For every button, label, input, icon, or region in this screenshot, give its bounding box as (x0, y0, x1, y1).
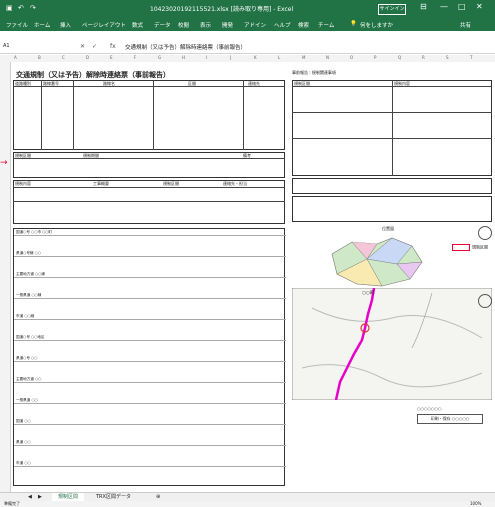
tab-view[interactable]: 表示 (200, 21, 211, 29)
share-button[interactable]: 共有 (460, 21, 471, 29)
map-legend: 規制区間 (452, 244, 488, 251)
list-item: 国道 ○○ (14, 418, 286, 425)
tab-file[interactable]: ファイル (6, 21, 28, 29)
list-item: 一般県道 ○○線 (14, 292, 286, 299)
formula-content[interactable]: 交通規制（又は予告）解除時連絡票（事前報告） (125, 43, 246, 51)
right-section-content: 規制内容 (394, 81, 410, 86)
cancel-icon[interactable]: ✕ (80, 43, 85, 50)
header-block (13, 80, 285, 150)
signin-button[interactable]: サインイン (378, 4, 406, 15)
sheet-area[interactable]: 交通規制（又は予告）解除時連絡票（事前報告） 道路種別 路線番号 路線名 区間 … (11, 62, 495, 492)
column-header[interactable]: S (446, 55, 449, 60)
column-header[interactable]: J (230, 55, 231, 60)
status-ready: 準備完了 (4, 501, 20, 506)
list-item: 県道○号線 ○○ (14, 250, 286, 257)
tab-insert[interactable]: 挿入 (60, 21, 71, 29)
row-headers (0, 62, 11, 492)
status-bar: 準備完了 100% (0, 501, 495, 507)
enter-icon[interactable]: ✓ (92, 43, 97, 50)
list-item: 主要地方道 ○○線 (14, 271, 286, 278)
column-header[interactable]: L (278, 55, 280, 60)
column-header[interactable]: Q (398, 55, 401, 60)
map-place-label: ○○町 (362, 291, 375, 296)
column-header[interactable]: I (206, 55, 207, 60)
list-item: 主要地方道 ○○ (14, 376, 286, 383)
column-header[interactable]: B (38, 55, 41, 60)
summary-row (292, 178, 492, 194)
right-top-label: 事前報告 : 規制関連事項 (292, 70, 336, 75)
tab-search[interactable]: 検索 (298, 21, 309, 29)
tab-team[interactable]: チーム (318, 21, 334, 29)
column-header[interactable]: M (302, 55, 305, 60)
close-icon[interactable]: ✕ (476, 2, 483, 11)
column-header[interactable]: K (254, 55, 257, 60)
location-map-label: 位置図 (382, 226, 394, 231)
list-item: 県道○号 ○○ (14, 355, 286, 362)
title-bar: ▣ ↶ ↷ 10423020192115521.xlsx [読み取り専用] - … (0, 0, 495, 17)
minimize-icon[interactable]: — (440, 2, 448, 11)
list-item: 市道 ○○ (14, 460, 286, 467)
tab-help[interactable]: ヘルプ (274, 21, 291, 29)
zoom-level[interactable]: 100% (470, 501, 481, 506)
ribbon-display-icon[interactable]: ⊟ (420, 2, 427, 11)
list-item: 国道○号 ○○地区 (14, 334, 286, 341)
right-panel: 事前報告 : 規制関連事項 規制区間 規制内容 位置図 規制区間 ○○町 ○○○… (292, 66, 492, 486)
route-map (292, 288, 492, 400)
header-route-no: 路線番号 (43, 81, 59, 86)
column-header[interactable]: H (182, 55, 185, 60)
print-button[interactable]: 印刷・保存 ○○○○○ (417, 414, 483, 424)
ribbon: ファイル ホーム 挿入 ページレイアウト 数式 データ 校閲 表示 開発 アドイ… (0, 17, 495, 31)
tab-home[interactable]: ホーム (34, 21, 50, 29)
header-notes: 備考 (243, 153, 251, 158)
column-header[interactable]: T (470, 55, 472, 60)
header-period: 規制期間 (83, 153, 99, 158)
list-item: 国道○号 ○○市 ○○町 (14, 229, 286, 236)
regional-map (331, 237, 423, 287)
maximize-icon[interactable]: □ (458, 2, 466, 11)
column-header[interactable]: E (110, 55, 113, 60)
compass-icon-2 (478, 294, 492, 308)
lightbulb-icon: 💡 (350, 21, 357, 27)
header-road-type: 道路種別 (15, 81, 31, 86)
save-icon[interactable]: ▣ (6, 4, 13, 12)
footer-note: ○○○○○○○ (417, 406, 442, 411)
redo-icon[interactable]: ↷ (30, 4, 36, 12)
list-item: 県道 ○○ (14, 439, 286, 446)
detail-row (292, 196, 492, 222)
fx-icon[interactable]: fx (110, 43, 116, 50)
arrow-icon: → (0, 158, 8, 168)
right-section-area: 規制区間 (294, 81, 310, 86)
column-header[interactable]: R (422, 55, 425, 60)
tab-addins[interactable]: アドイン (244, 21, 266, 29)
column-header[interactable]: P (374, 55, 376, 60)
name-box[interactable]: A1 (3, 43, 31, 51)
route-list: 国道○号 ○○市 ○○町 県道○号線 ○○ 主要地方道 ○○線 一般県道 ○○線 市道 … (13, 228, 286, 486)
header-section: 区間 (188, 81, 196, 86)
header-contact: 連絡先 (248, 81, 260, 86)
report-title: 交通規制（又は予告）解除時連絡票（事前報告） (16, 71, 170, 79)
list-item: 市道 ○○線 (14, 313, 286, 320)
column-header[interactable]: C (62, 55, 65, 60)
column-header[interactable]: D (86, 55, 89, 60)
window-title: 10423020192115521.xlsx [読み取り専用] - Excel (150, 6, 294, 13)
column-header[interactable]: G (158, 55, 161, 60)
tab-review[interactable]: 校閲 (178, 21, 189, 29)
list-item: 一般県道 ○○ (14, 397, 286, 404)
tab-page-layout[interactable]: ページレイアウト (82, 21, 126, 29)
column-header[interactable]: A (14, 55, 17, 60)
header-restricted-section: 規制区間 (15, 153, 31, 158)
formula-bar: A1 ✕ ✓ fx 交通規制（又は予告）解除時連絡票（事前報告） (0, 41, 495, 54)
undo-icon[interactable]: ↶ (18, 4, 24, 12)
column-header[interactable]: O (350, 55, 353, 60)
header-route-name: 路線名 (103, 81, 115, 86)
column-header[interactable]: N (326, 55, 329, 60)
tab-formulas[interactable]: 数式 (132, 21, 143, 29)
tab-data[interactable]: データ (154, 21, 171, 29)
tab-developer[interactable]: 開発 (222, 21, 233, 29)
tell-me-input[interactable]: 何をしますか (360, 21, 393, 29)
column-header[interactable]: F (134, 55, 136, 60)
report-form: 交通規制（又は予告）解除時連絡票（事前報告） 道路種別 路線番号 路線名 区間 … (13, 66, 286, 486)
compass-icon (478, 226, 492, 240)
